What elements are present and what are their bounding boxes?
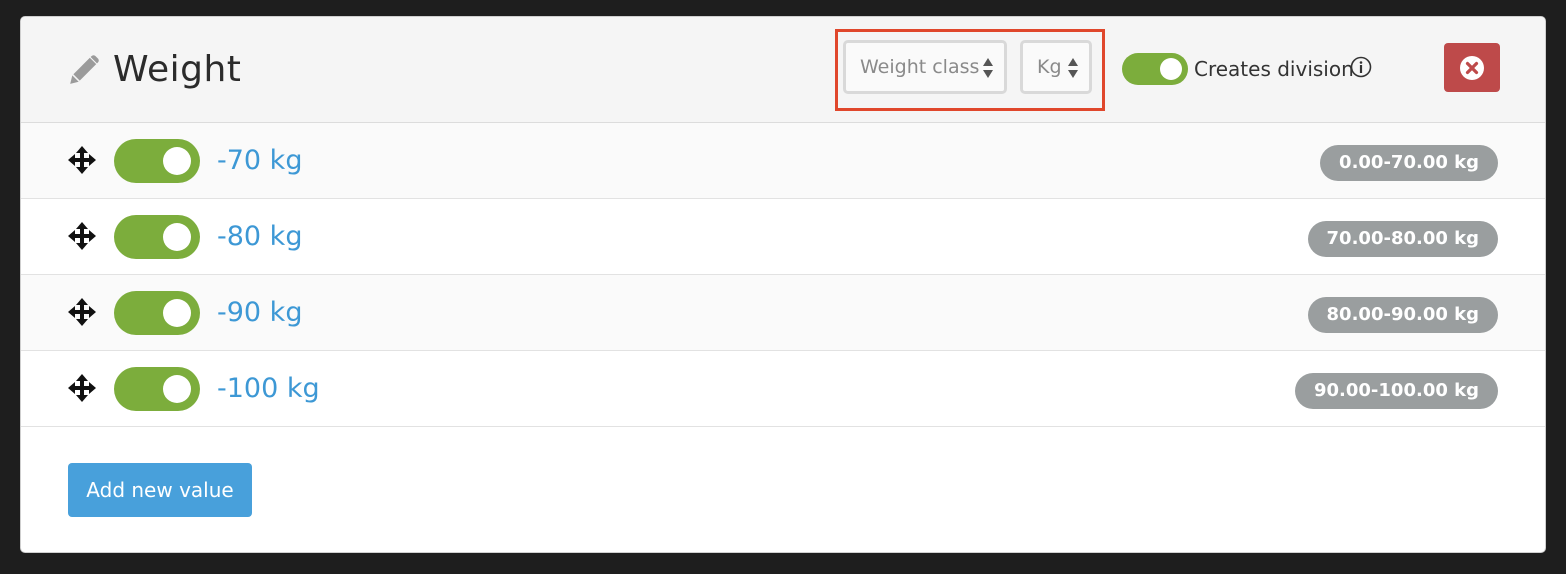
row-label[interactable]: -90 kg [217, 291, 302, 335]
table-row: -70 kg 0.00-70.00 kg [21, 123, 1545, 199]
select-arrows-icon [1068, 58, 1078, 78]
range-badge: 80.00-90.00 kg [1307, 297, 1498, 333]
row-toggle[interactable] [114, 139, 200, 183]
title-wrap: Weight [67, 47, 241, 93]
toggle-knob [1160, 58, 1182, 80]
type-select-value: Weight class [860, 56, 980, 78]
weight-card: Weight Weight class Kg Creates division [20, 16, 1546, 553]
select-arrows-icon [983, 58, 993, 78]
close-circle-icon [1460, 55, 1484, 80]
creates-division-label: Creates division [1194, 57, 1354, 81]
range-badge: 90.00-100.00 kg [1295, 373, 1498, 409]
move-icon[interactable] [67, 221, 97, 251]
toggle-knob [163, 147, 191, 175]
range-badge: 0.00-70.00 kg [1320, 145, 1498, 181]
table-row: -90 kg 80.00-90.00 kg [21, 275, 1545, 351]
toggle-knob [163, 299, 191, 327]
row-toggle[interactable] [114, 367, 200, 411]
move-icon[interactable] [67, 373, 97, 403]
unit-select-value: Kg [1037, 56, 1062, 78]
table-row: -80 kg 70.00-80.00 kg [21, 199, 1545, 275]
range-badge: 70.00-80.00 kg [1307, 221, 1498, 257]
move-icon[interactable] [67, 145, 97, 175]
unit-select[interactable]: Kg [1020, 40, 1092, 94]
toggle-knob [163, 223, 191, 251]
pencil-icon[interactable] [67, 53, 101, 87]
card-header: Weight Weight class Kg Creates division [21, 17, 1545, 123]
move-icon[interactable] [67, 297, 97, 327]
remove-button[interactable] [1444, 43, 1500, 92]
add-new-value-button[interactable]: Add new value [68, 463, 252, 517]
type-select[interactable]: Weight class [843, 40, 1007, 94]
row-toggle[interactable] [114, 291, 200, 335]
page-title: Weight [113, 49, 242, 90]
row-toggle[interactable] [114, 215, 200, 259]
toggle-knob [163, 375, 191, 403]
creates-division-toggle[interactable] [1122, 53, 1188, 85]
row-label[interactable]: -70 kg [217, 139, 302, 183]
info-icon[interactable] [1349, 55, 1373, 79]
table-row: -100 kg 90.00-100.00 kg [21, 351, 1545, 427]
row-label[interactable]: -100 kg [217, 367, 320, 411]
row-label[interactable]: -80 kg [217, 215, 302, 259]
